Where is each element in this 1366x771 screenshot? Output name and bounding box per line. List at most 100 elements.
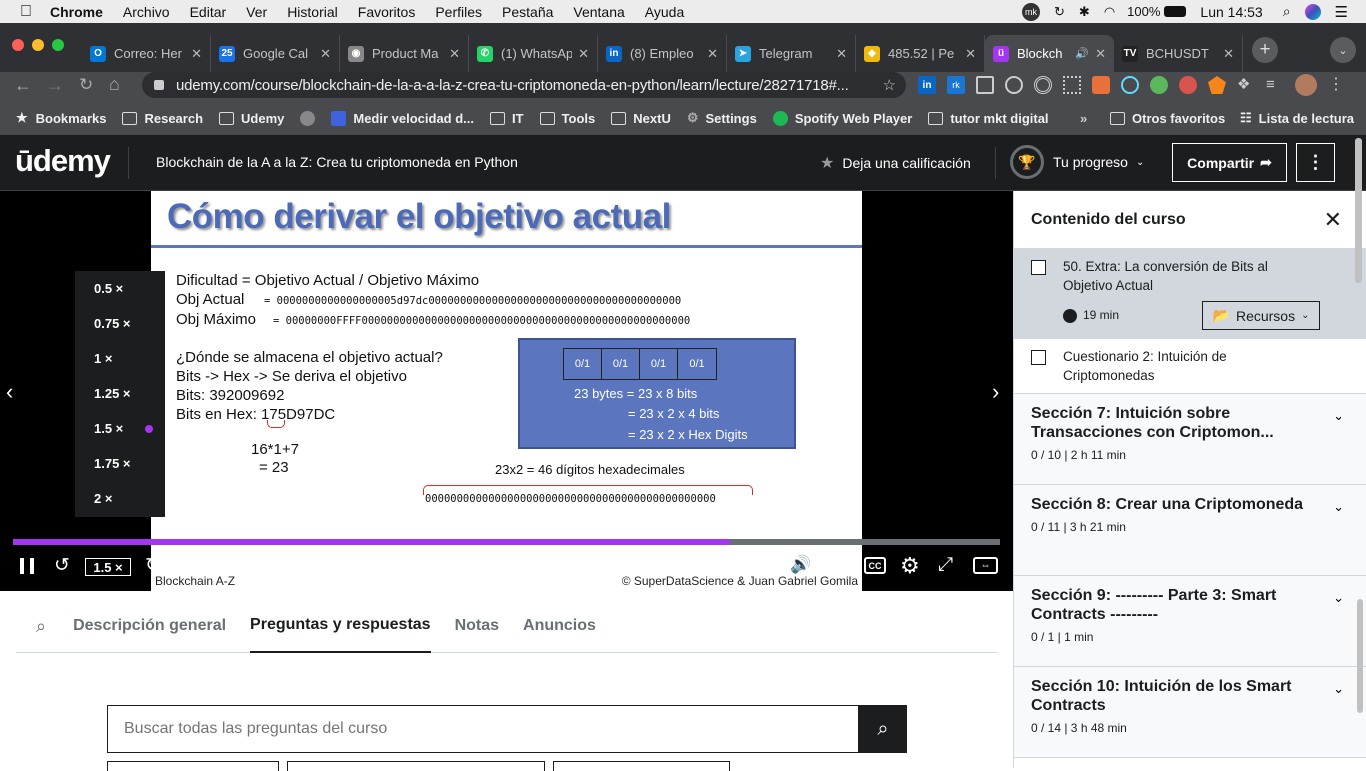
close-tab-icon[interactable]: ✕ xyxy=(191,46,202,62)
quiz-checkbox[interactable] xyxy=(1031,350,1046,365)
siri-icon[interactable] xyxy=(1304,3,1321,20)
close-tab-icon[interactable]: ✕ xyxy=(1223,46,1234,62)
metamask-extension-icon[interactable] xyxy=(1208,76,1226,94)
lecture-checkbox[interactable] xyxy=(1031,260,1046,275)
browser-tab[interactable]: TV BCHUSDT ✕ xyxy=(1114,35,1243,72)
browser-tab[interactable]: O Correo: Her ✕ xyxy=(82,35,211,72)
bookmark-otros-favoritos[interactable]: Otros favoritos xyxy=(1110,111,1225,126)
address-bar[interactable]: udemy.com/course/blockchain-de-la-a-a-la… xyxy=(142,72,906,98)
menu-ayuda[interactable]: Ayuda xyxy=(645,4,684,20)
quiz-item[interactable]: Cuestionario 2: Intuición de Criptomoned… xyxy=(1014,339,1366,394)
menu-editar[interactable]: Editar xyxy=(190,4,227,20)
bookmark-star-icon[interactable]: ☆ xyxy=(883,76,896,94)
volume-icon[interactable]: 🔊 xyxy=(790,555,811,575)
video-progress-track[interactable] xyxy=(13,539,1000,545)
profile-avatar[interactable] xyxy=(1295,74,1317,96)
page-scrollbar[interactable] xyxy=(1355,138,1362,283)
menu-historial[interactable]: Historial xyxy=(287,4,338,20)
bookmark-bookmarks[interactable]: ★ Bookmarks xyxy=(16,110,106,126)
maximize-window-button[interactable] xyxy=(52,39,64,51)
rewind-icon[interactable]: ↺ xyxy=(54,554,70,577)
speed-option[interactable]: 1.75 × xyxy=(75,446,165,481)
menu-clock[interactable]: Lun 14:53 xyxy=(1200,4,1262,20)
add-note-icon[interactable]: ✎ xyxy=(268,556,281,576)
bookmark-lista-lectura[interactable]: ☷ Lista de lectura xyxy=(1240,110,1354,126)
speed-option[interactable]: 1.25 × xyxy=(75,376,165,411)
grid-extension-icon[interactable] xyxy=(976,76,994,94)
course-title[interactable]: Blockchain de la A a la Z: Crea tu cript… xyxy=(156,154,518,170)
bookmark-research[interactable]: Research xyxy=(122,111,203,126)
browser-tab[interactable]: ➤ Telegram ✕ xyxy=(727,35,856,72)
control-center-icon[interactable]: ☰ xyxy=(1335,3,1348,21)
chevron-down-icon[interactable]: ⌄ xyxy=(1333,499,1344,515)
close-tab-icon[interactable]: ✕ xyxy=(965,46,976,62)
new-tab-button[interactable]: + xyxy=(1252,37,1278,63)
video-player[interactable]: Cómo derivar el objetivo actual Dificult… xyxy=(0,191,1013,591)
speed-option[interactable]: 0.5 × xyxy=(75,271,165,306)
bookmark-settings[interactable]: ⚙ Settings xyxy=(687,110,757,126)
forward-icon[interactable]: ↻ xyxy=(145,554,161,577)
close-tab-icon[interactable]: ✕ xyxy=(449,46,460,62)
battery-icon[interactable] xyxy=(1164,6,1187,17)
sidebar-scrollbar[interactable] xyxy=(1357,599,1363,713)
close-window-button[interactable] xyxy=(12,39,24,51)
spotlight-search-icon[interactable]: ⌕ xyxy=(1283,3,1291,20)
speed-option[interactable]: 1 × xyxy=(75,341,165,376)
status-icon-mk[interactable]: mk xyxy=(1022,2,1040,21)
tab-notas[interactable]: Notas xyxy=(455,600,499,653)
previous-lecture-icon[interactable]: ‹ xyxy=(6,379,13,405)
home-icon[interactable]: ⌂ xyxy=(109,74,120,95)
qa-search-input[interactable] xyxy=(107,705,859,753)
settings-gear-icon[interactable]: ⚙ xyxy=(900,553,920,579)
chevron-down-icon[interactable]: ⌄ xyxy=(1333,590,1344,606)
resources-button[interactable]: 📂 Recursos ⌄ xyxy=(1202,301,1320,330)
linkedin-extension-icon[interactable]: in xyxy=(918,76,936,94)
menu-pestana[interactable]: Pestaña xyxy=(502,4,553,20)
emoji-extension-icon[interactable] xyxy=(1005,76,1023,94)
audio-playing-icon[interactable]: 🔊 xyxy=(1075,47,1089,60)
bookmark-it[interactable]: IT xyxy=(490,111,524,126)
react-extension-icon[interactable] xyxy=(1121,76,1139,94)
app-menu[interactable]: Chrome xyxy=(50,4,103,20)
bookmark-globe[interactable] xyxy=(300,110,316,126)
fullscreen-icon[interactable]: ⤢ xyxy=(938,554,953,576)
bookmark-tutor[interactable]: tutor mkt digital xyxy=(928,111,1049,126)
bookmark-spotify[interactable]: Spotify Web Player xyxy=(772,110,912,126)
close-tab-icon[interactable]: ✕ xyxy=(320,46,331,62)
back-icon[interactable]: ← xyxy=(14,75,32,96)
udemy-logo[interactable]: ūdemy xyxy=(15,143,111,179)
menu-archivo[interactable]: Archivo xyxy=(123,4,170,20)
close-tab-icon[interactable]: ✕ xyxy=(578,46,589,62)
section-item[interactable]: Sección 9: --------- Parte 3: Smart Cont… xyxy=(1014,576,1366,667)
tab-descripcion-general[interactable]: Descripción general xyxy=(73,600,226,653)
bluetooth-icon[interactable]: ✱ xyxy=(1079,4,1090,20)
tab-preguntas-respuestas[interactable]: Preguntas y respuestas xyxy=(250,600,431,653)
circle-extension-icon[interactable] xyxy=(1034,76,1052,94)
rate-course-link[interactable]: ★ Deja una calificación xyxy=(820,153,971,173)
apple-icon[interactable]:  xyxy=(20,3,32,21)
close-sidebar-icon[interactable]: ✕ xyxy=(1324,207,1342,233)
speed-option[interactable]: 0.75 × xyxy=(75,306,165,341)
minimize-window-button[interactable] xyxy=(32,39,44,51)
tab-anuncios[interactable]: Anuncios xyxy=(523,600,596,653)
time-machine-icon[interactable]: ↻ xyxy=(1054,4,1065,20)
section-item[interactable]: Sección 10: Intuición de los Smart Contr… xyxy=(1014,667,1366,758)
next-lecture-icon[interactable]: › xyxy=(992,379,999,405)
bookmarks-overflow-icon[interactable]: » xyxy=(1080,111,1087,126)
orange-extension-icon[interactable] xyxy=(1092,76,1110,94)
browser-tab[interactable]: ◆ 485.52 | Pe ✕ xyxy=(856,35,985,72)
captions-icon[interactable]: CC xyxy=(864,557,886,574)
section-item[interactable]: Sección 8: Crear una Criptomoneda 0 / 11 … xyxy=(1014,485,1366,576)
filter-dropdown-2[interactable] xyxy=(287,761,545,771)
puzzle-extensions-icon[interactable]: ❖ xyxy=(1237,76,1255,94)
forward-icon[interactable]: → xyxy=(46,75,64,96)
bookmark-tools[interactable]: Tools xyxy=(539,111,595,126)
menu-ventana[interactable]: Ventana xyxy=(573,4,624,20)
speed-option[interactable]: 1.5 × xyxy=(75,411,165,446)
menu-perfiles[interactable]: Perfiles xyxy=(435,4,482,20)
browser-tab[interactable]: ◉ Product Ma ✕ xyxy=(340,35,469,72)
close-tab-icon[interactable]: ✕ xyxy=(836,46,847,62)
tab-search-button[interactable]: ⌄ xyxy=(1330,37,1356,63)
menu-ver[interactable]: Ver xyxy=(246,4,267,20)
reload-icon[interactable]: ↻ xyxy=(79,75,93,95)
